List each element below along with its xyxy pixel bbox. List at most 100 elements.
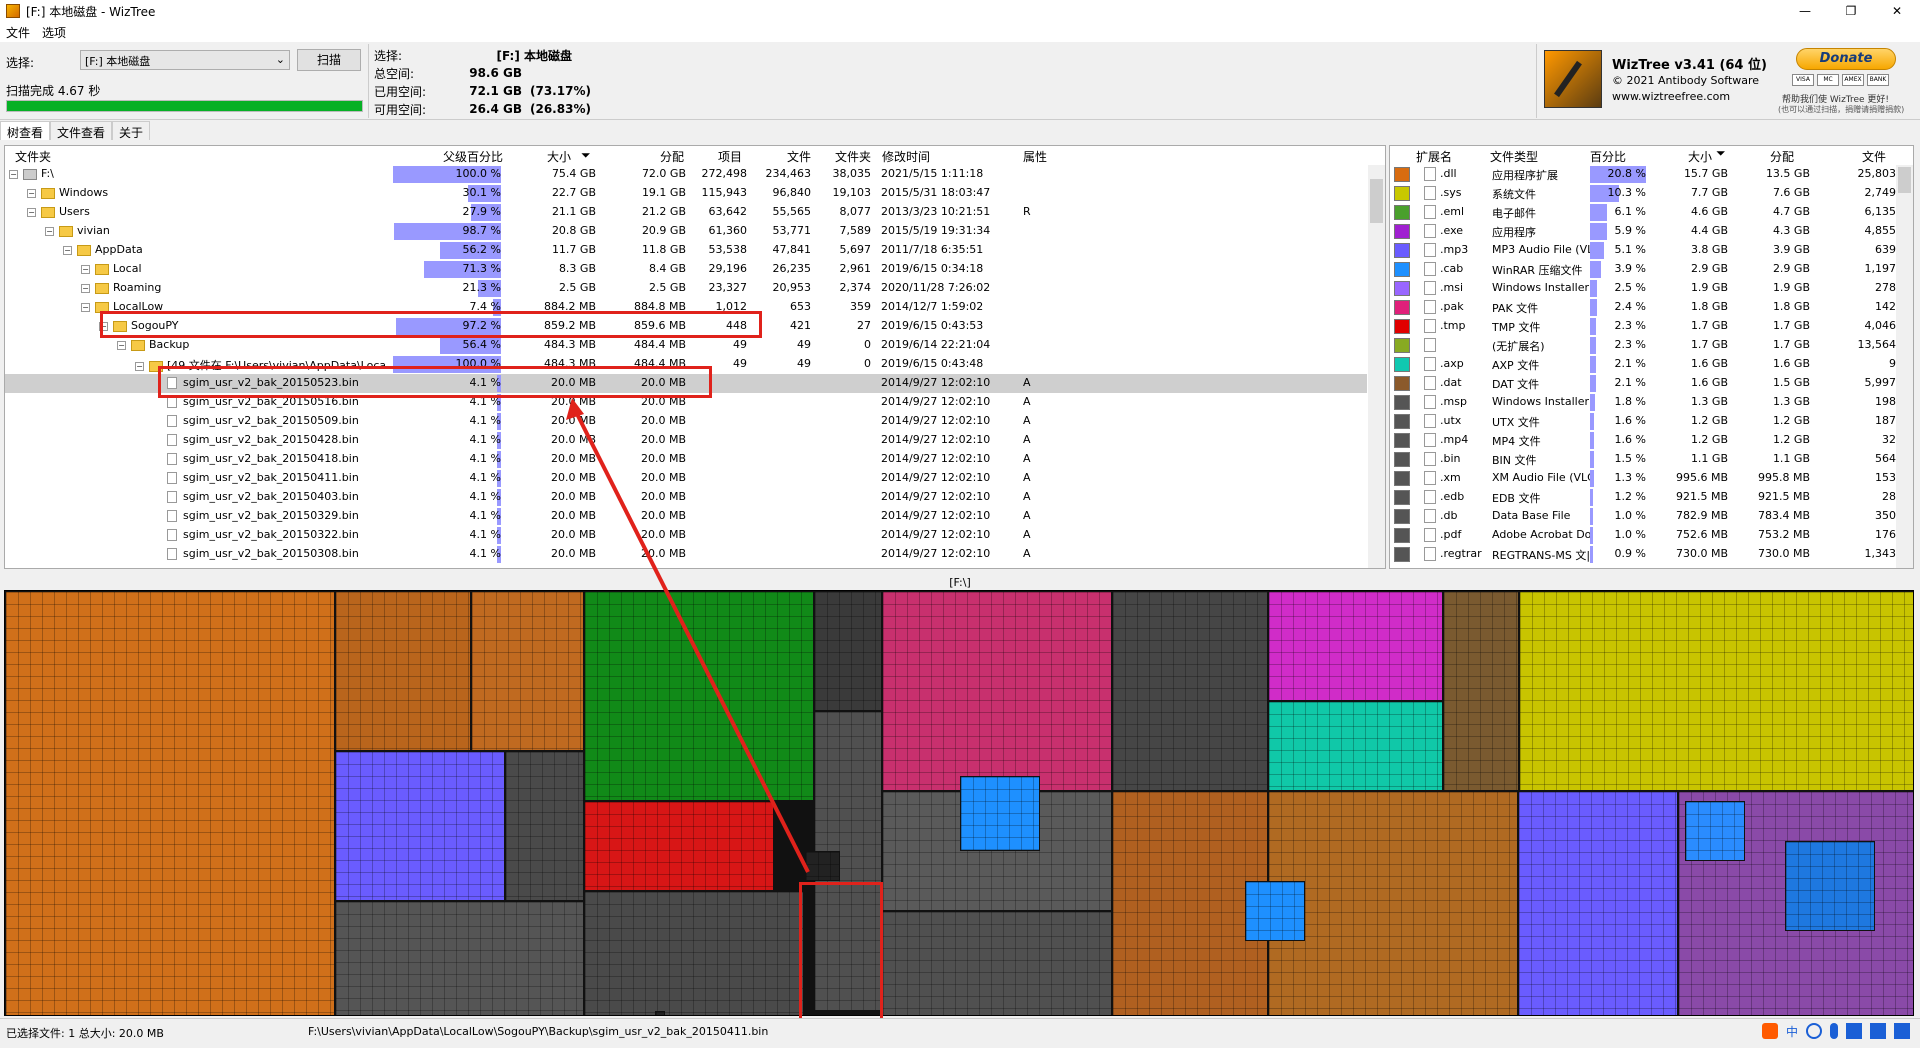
expand-collapse-icon[interactable]: − xyxy=(9,169,18,179)
extension-row[interactable]: .dll 应用程序扩展 20.8 % 15.7 GB 13.5 GB 25,803 xyxy=(1390,165,1898,184)
menu-options[interactable]: 选项 xyxy=(36,24,72,41)
expand-collapse-icon[interactable]: − xyxy=(81,264,90,274)
treemap[interactable] xyxy=(4,590,1914,1016)
treemap-block[interactable] xyxy=(814,591,882,711)
shirt-icon[interactable] xyxy=(1870,1023,1886,1039)
extension-row[interactable]: (无扩展名) 2.3 % 1.7 GB 1.7 GB 13,564 xyxy=(1390,336,1898,355)
col-ext-files[interactable]: 文件 xyxy=(1862,148,1886,165)
maximize-button[interactable]: ❐ xyxy=(1828,0,1874,22)
scrollbar-thumb[interactable] xyxy=(1898,167,1911,193)
col-extension[interactable]: 扩展名 xyxy=(1416,148,1452,165)
extension-row[interactable]: .msp Windows Installer 1.8 % 1.3 GB 1.3 GB 19… xyxy=(1390,393,1898,412)
folder-row[interactable]: − vivian 98.7 % 20.8 GB 20.9 GB 61,360 53,771 7… xyxy=(5,222,1367,241)
treemap-block[interactable] xyxy=(335,901,584,1015)
extension-scrollbar[interactable] xyxy=(1896,165,1913,568)
folder-row[interactable]: − Local 71.3 % 8.3 GB 8.4 GB 29,196 26,235 2,96… xyxy=(5,260,1367,279)
close-button[interactable]: ✕ xyxy=(1874,0,1920,22)
expand-collapse-icon[interactable]: − xyxy=(45,226,54,236)
tree-scrollbar[interactable] xyxy=(1368,165,1385,568)
folder-row[interactable]: − Users 27.9 % 21.1 GB 21.2 GB 63,642 55,565 8,… xyxy=(5,203,1367,222)
treemap-block[interactable] xyxy=(960,776,1040,851)
col-parent-pct[interactable]: 父级百分比 xyxy=(439,146,507,165)
brand-url[interactable]: www.wiztreefree.com xyxy=(1612,90,1730,103)
treemap-block[interactable] xyxy=(1268,791,1518,1015)
col-folders[interactable]: 文件夹 xyxy=(831,146,875,165)
extension-row[interactable]: .xm XM Audio File (VLC 1.3 % 995.6 MB 995.8 … xyxy=(1390,469,1898,488)
extension-row[interactable]: .bin BIN 文件 1.5 % 1.1 GB 1.1 GB 564 xyxy=(1390,450,1898,469)
extension-row[interactable]: .mp4 MP4 文件 1.6 % 1.2 GB 1.2 GB 32 xyxy=(1390,431,1898,450)
treemap-block[interactable] xyxy=(5,591,335,1015)
col-attr[interactable]: 属性 xyxy=(1019,146,1051,165)
extension-row[interactable]: .tmp TMP 文件 2.3 % 1.7 GB 1.7 GB 4,046 xyxy=(1390,317,1898,336)
tab-file-view[interactable]: 文件查看 xyxy=(50,121,113,140)
expand-collapse-icon[interactable]: − xyxy=(81,283,90,293)
folder-row[interactable]: − AppData 56.2 % 11.7 GB 11.8 GB 53,538 47,841… xyxy=(5,241,1367,260)
extension-row[interactable]: .cab WinRAR 压缩文件 3.9 % 2.9 GB 2.9 GB 1,197 xyxy=(1390,260,1898,279)
expand-collapse-icon[interactable]: − xyxy=(27,188,36,198)
drive-select[interactable]: [F:] 本地磁盘 ⌄ xyxy=(80,50,290,70)
treemap-block[interactable] xyxy=(471,591,584,751)
folder-row[interactable]: − Roaming 21.3 % 2.5 GB 2.5 GB 23,327 20,953 2,… xyxy=(5,279,1367,298)
treemap-block[interactable] xyxy=(584,801,774,891)
file-row[interactable]: sgim_usr_v2_bak_20150403.bin 4.1 % 20.0 MB… xyxy=(5,488,1367,507)
treemap-block[interactable] xyxy=(882,591,1112,791)
col-mtime[interactable]: 修改时间 xyxy=(878,146,934,165)
extension-row[interactable]: .mp3 MP3 Audio File (VLC 5.1 % 3.8 GB 3.9 GB… xyxy=(1390,241,1898,260)
file-row[interactable]: sgim_usr_v2_bak_20150509.bin 4.1 % 20.0 MB… xyxy=(5,412,1367,431)
extension-row[interactable]: .utx UTX 文件 1.6 % 1.2 GB 1.2 GB 187 xyxy=(1390,412,1898,431)
minimize-button[interactable]: — xyxy=(1782,0,1828,22)
col-folder[interactable]: 文件夹 xyxy=(11,146,55,165)
folder-row[interactable]: − Backup 56.4 % 484.3 MB 484.4 MB 49 49 0 2019/6… xyxy=(5,336,1367,355)
tab-tree-view[interactable]: 树查看 xyxy=(0,121,51,140)
treemap-block[interactable] xyxy=(1785,841,1875,931)
extension-row[interactable]: .sys 系统文件 10.3 % 7.7 GB 7.6 GB 2,749 xyxy=(1390,184,1898,203)
treemap-block[interactable] xyxy=(1268,701,1443,791)
file-row[interactable]: sgim_usr_v2_bak_20150411.bin 4.1 % 20.0 MB… xyxy=(5,469,1367,488)
col-ext-size[interactable]: 大小 xyxy=(1688,148,1712,165)
folder-row[interactable]: − Windows 30.1 % 22.7 GB 19.1 GB 115,943 96,84… xyxy=(5,184,1367,203)
treemap-block[interactable] xyxy=(655,1011,665,1015)
treemap-block[interactable] xyxy=(805,851,840,881)
expand-collapse-icon[interactable]: − xyxy=(27,207,36,217)
file-row[interactable]: sgim_usr_v2_bak_20150428.bin 4.1 % 20.0 MB… xyxy=(5,431,1367,450)
col-ext-alloc[interactable]: 分配 xyxy=(1770,148,1794,165)
extension-row[interactable]: .exe 应用程序 5.9 % 4.4 GB 4.3 GB 4,855 xyxy=(1390,222,1898,241)
treemap-block[interactable] xyxy=(882,911,1112,1015)
expand-collapse-icon[interactable]: − xyxy=(81,302,90,312)
extension-row[interactable]: .dat DAT 文件 2.1 % 1.6 GB 1.5 GB 5,997 xyxy=(1390,374,1898,393)
expand-collapse-icon[interactable]: − xyxy=(117,340,126,350)
extension-row[interactable]: .edb EDB 文件 1.2 % 921.5 MB 921.5 MB 28 xyxy=(1390,488,1898,507)
treemap-block[interactable] xyxy=(1443,591,1519,791)
folder-row[interactable]: − F:\ 100.0 % 75.4 GB 72.0 GB 272,498 234,463 3… xyxy=(5,165,1367,184)
file-row[interactable]: sgim_usr_v2_bak_20150322.bin 4.1 % 20.0 MB… xyxy=(5,526,1367,545)
treemap-block[interactable] xyxy=(584,891,804,1015)
treemap-block[interactable] xyxy=(1518,791,1678,1015)
keyboard-icon[interactable] xyxy=(1846,1023,1862,1039)
file-row[interactable]: sgim_usr_v2_bak_20150308.bin 4.1 % 20.0 MB… xyxy=(5,545,1367,564)
extension-row[interactable]: .msi Windows Installer 2.5 % 1.9 GB 1.9 GB 27… xyxy=(1390,279,1898,298)
treemap-block[interactable] xyxy=(1112,591,1268,791)
col-items[interactable]: 项目 xyxy=(714,146,746,165)
sogou-ime-icon[interactable] xyxy=(1761,1023,1778,1039)
extension-row[interactable]: .regtrar REGTRANS-MS 文| 0.9 % 730.0 MB 730.0… xyxy=(1390,545,1898,564)
donate-button[interactable]: Donate xyxy=(1796,48,1896,70)
tab-about[interactable]: 关于 xyxy=(112,121,151,140)
extension-row[interactable]: .axp AXP 文件 2.1 % 1.6 GB 1.6 GB 9 xyxy=(1390,355,1898,374)
file-row[interactable]: sgim_usr_v2_bak_20150329.bin 4.1 % 20.0 MB… xyxy=(5,507,1367,526)
col-alloc[interactable]: 分配 xyxy=(656,146,688,165)
grid-icon[interactable] xyxy=(1894,1023,1910,1039)
extension-row[interactable]: .pak PAK 文件 2.4 % 1.8 GB 1.8 GB 142 xyxy=(1390,298,1898,317)
treemap-block[interactable] xyxy=(505,751,584,901)
treemap-block[interactable] xyxy=(1245,881,1305,941)
file-row[interactable]: sgim_usr_v2_bak_20150418.bin 4.1 % 20.0 MB… xyxy=(5,450,1367,469)
microphone-icon[interactable] xyxy=(1830,1023,1838,1039)
extension-row[interactable]: .db Data Base File 1.0 % 782.9 MB 783.4 MB 35… xyxy=(1390,507,1898,526)
extension-row[interactable]: .pdf Adobe Acrobat Do 1.0 % 752.6 MB 753.2 M… xyxy=(1390,526,1898,545)
menu-file[interactable]: 文件 xyxy=(0,24,36,41)
treemap-block[interactable] xyxy=(1268,591,1443,701)
extension-row[interactable]: .eml 电子邮件 6.1 % 4.6 GB 4.7 GB 6,135 xyxy=(1390,203,1898,222)
expand-collapse-icon[interactable]: − xyxy=(63,245,72,255)
collapse-icon[interactable]: − xyxy=(135,361,144,371)
col-files[interactable]: 文件 xyxy=(783,146,815,165)
col-size[interactable]: 大小 xyxy=(543,146,575,165)
